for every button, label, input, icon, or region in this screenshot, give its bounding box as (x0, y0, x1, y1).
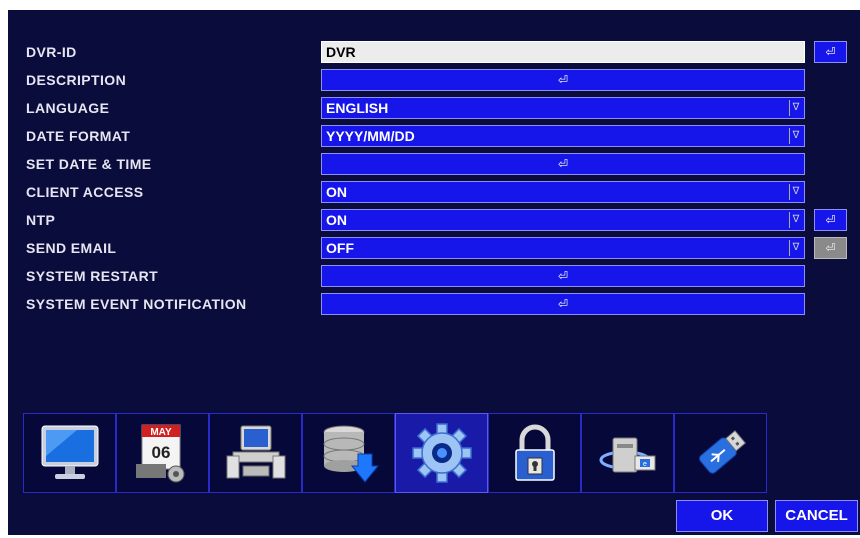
date-format-value: YYYY/MM/DD (326, 128, 415, 144)
svg-text:e: e (643, 461, 647, 468)
label-set-date-time: SET DATE & TIME (26, 156, 152, 172)
enter-icon: ⏎ (557, 297, 569, 311)
display-menu-tab[interactable] (23, 413, 116, 493)
dvr-id-edit-button[interactable]: ⏎ (814, 41, 847, 63)
network-icon: e (599, 437, 655, 473)
dropdown-arrow-icon: ∇ (789, 240, 802, 256)
ok-button[interactable]: OK (676, 500, 768, 532)
send-email-select[interactable]: OFF ∇ (321, 237, 805, 259)
schedule-menu-tab[interactable]: MAY 06 (116, 413, 209, 493)
system-restart-button[interactable]: ⏎ (321, 265, 805, 287)
padlock-icon (514, 424, 555, 481)
date-format-select[interactable]: YYYY/MM/DD ∇ (321, 125, 805, 147)
client-access-select[interactable]: ON ∇ (321, 181, 805, 203)
storage-menu-tab[interactable] (302, 413, 395, 493)
label-system-restart: SYSTEM RESTART (26, 268, 159, 284)
gear-icon (411, 423, 472, 483)
ntp-select[interactable]: ON ∇ (321, 209, 805, 231)
calendar-day: 06 (151, 443, 170, 462)
ntp-setup-button[interactable]: ⏎ (814, 209, 847, 231)
label-language: LANGUAGE (26, 100, 110, 116)
language-select[interactable]: ENGLISH ∇ (321, 97, 805, 119)
monitor-icon (41, 425, 98, 479)
label-dvr-id: DVR-ID (26, 44, 77, 60)
description-button[interactable]: ⏎ (321, 69, 805, 91)
label-system-event-notification: SYSTEM EVENT NOTIFICATION (26, 296, 247, 312)
enter-icon: ⏎ (557, 73, 569, 87)
calendar-icon: MAY 06 (135, 424, 184, 483)
database-download-icon (323, 425, 379, 483)
enter-icon: ⏎ (557, 157, 569, 171)
dvr-id-field[interactable]: DVR (321, 41, 805, 63)
label-client-access: CLIENT ACCESS (26, 184, 144, 200)
security-menu-tab[interactable] (488, 413, 581, 493)
setup-panel: DVR-ID DESCRIPTION LANGUAGE DATE FORMAT … (8, 10, 860, 535)
system-event-notification-button[interactable]: ⏎ (321, 293, 805, 315)
label-description: DESCRIPTION (26, 72, 127, 88)
label-date-format: DATE FORMAT (26, 128, 131, 144)
usb-drive-icon (698, 430, 746, 474)
device-menu-tab[interactable] (209, 413, 302, 493)
system-menu-tab[interactable] (395, 413, 488, 493)
menu-icon-bar: MAY 06 e (23, 413, 767, 493)
send-email-setup-button[interactable]: ⏎ (814, 237, 847, 259)
calendar-month: MAY (150, 427, 172, 438)
send-email-value: OFF (326, 240, 354, 256)
enter-icon: ⏎ (557, 269, 569, 283)
network-menu-tab[interactable]: e (581, 413, 674, 493)
dropdown-arrow-icon: ∇ (789, 184, 802, 200)
usb-menu-tab[interactable] (674, 413, 767, 493)
dvr-id-value: DVR (326, 44, 356, 60)
label-ntp: NTP (26, 212, 56, 228)
dropdown-arrow-icon: ∇ (789, 100, 802, 116)
dropdown-arrow-icon: ∇ (789, 212, 802, 228)
computer-icon (226, 425, 285, 479)
dropdown-arrow-icon: ∇ (789, 128, 802, 144)
language-value: ENGLISH (326, 100, 389, 116)
label-send-email: SEND EMAIL (26, 240, 117, 256)
set-date-time-button[interactable]: ⏎ (321, 153, 805, 175)
ntp-value: ON (326, 212, 347, 228)
client-access-value: ON (326, 184, 347, 200)
cancel-button[interactable]: CANCEL (775, 500, 858, 532)
